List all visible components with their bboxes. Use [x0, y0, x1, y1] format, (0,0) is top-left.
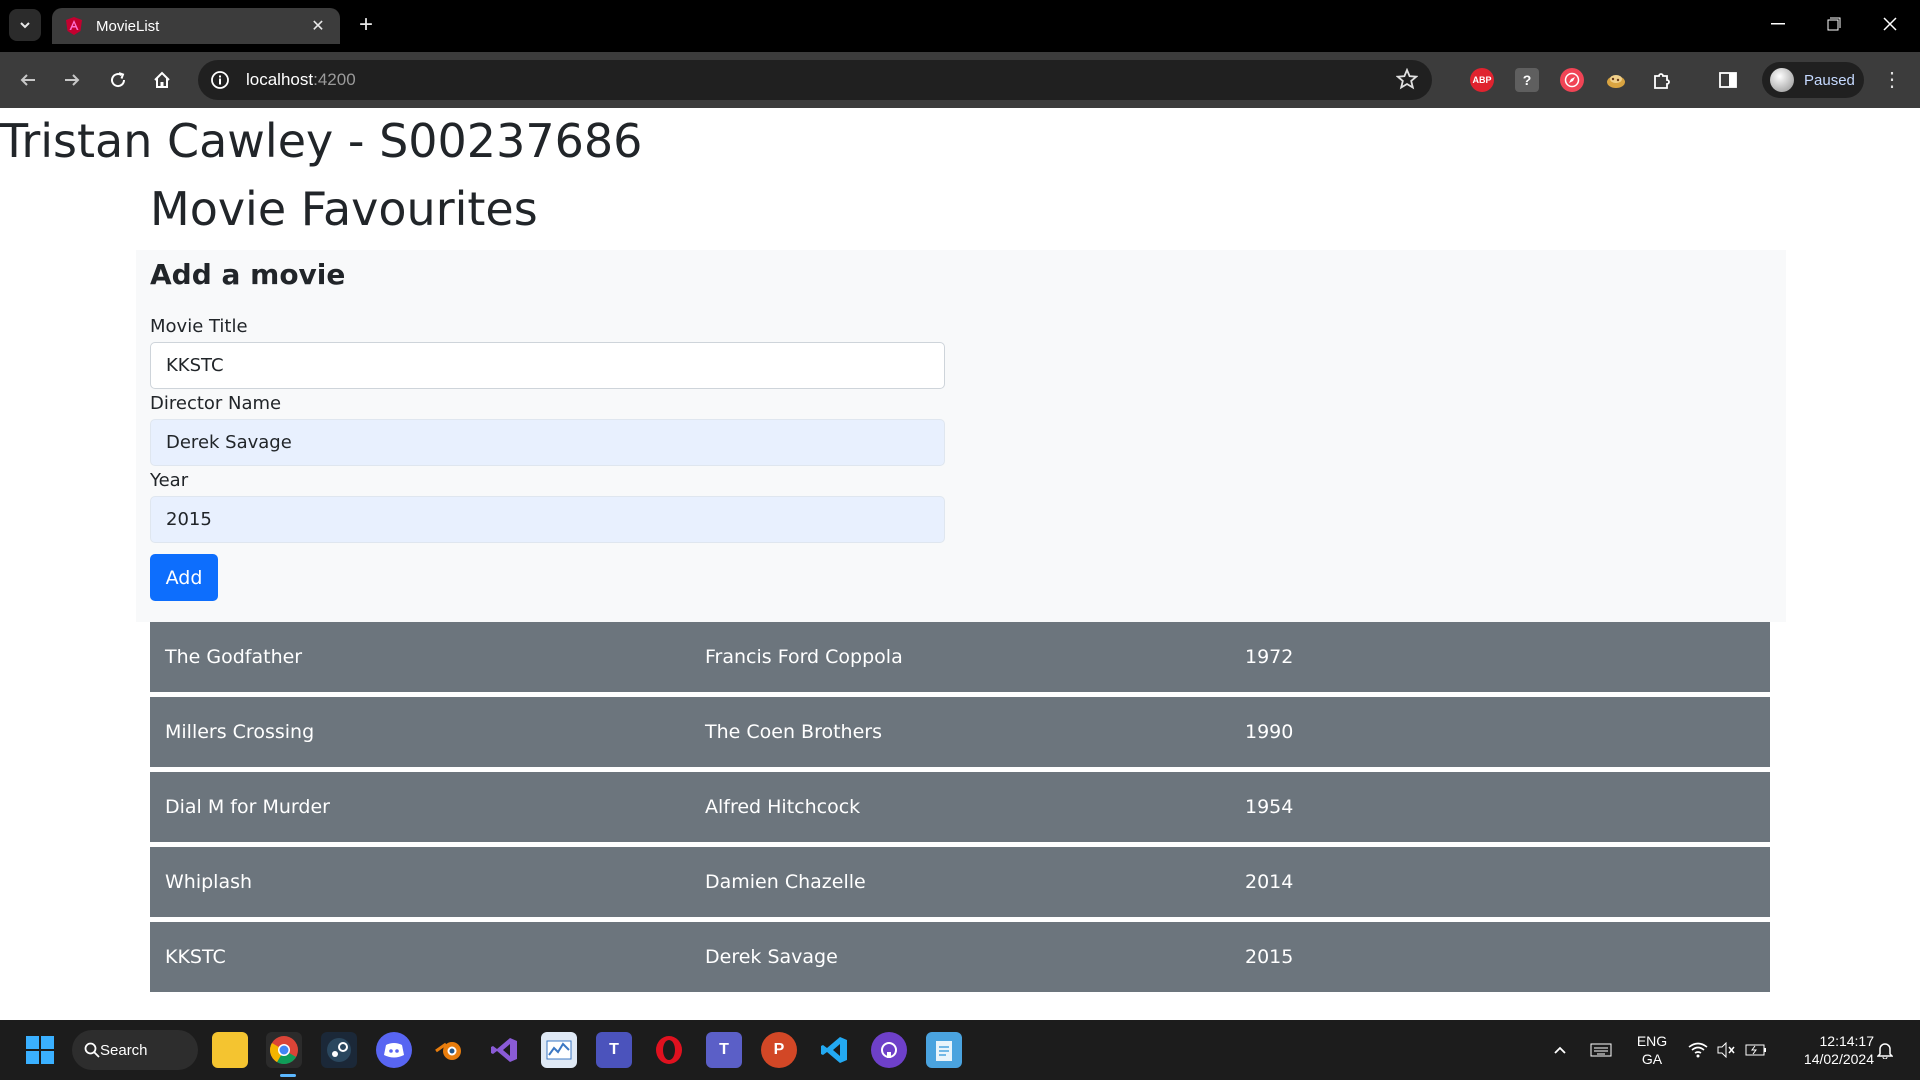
- keyboard-icon[interactable]: [1586, 1032, 1616, 1068]
- resource-monitor-icon[interactable]: [541, 1032, 577, 1068]
- add-movie-button[interactable]: Add: [150, 554, 218, 601]
- compass-extension-icon[interactable]: [1560, 68, 1584, 92]
- movie-year: 2014: [1245, 871, 1294, 893]
- search-icon: [84, 1042, 100, 1058]
- movie-row: KKSTC Derek Savage 2015: [150, 922, 1770, 992]
- add-movie-form: Add a movie Movie Title Director Name Ye…: [136, 250, 1786, 622]
- movie-title-label: Movie Title: [150, 316, 248, 337]
- chrome-icon[interactable]: [266, 1032, 302, 1068]
- address-bar[interactable]: localhost :4200: [198, 60, 1432, 100]
- taskbar-search-label: Search: [100, 1041, 148, 1059]
- restore-icon[interactable]: [1806, 0, 1862, 48]
- movie-director: Francis Ford Coppola: [705, 646, 903, 668]
- page-content: Tristan Cawley - S00237686 Movie Favouri…: [0, 108, 1920, 1020]
- back-icon[interactable]: [10, 62, 46, 98]
- cookie-extension-icon[interactable]: [1604, 68, 1628, 92]
- movie-year: 2015: [1245, 946, 1294, 968]
- movie-director: Damien Chazelle: [705, 871, 866, 893]
- language-indicator[interactable]: ENG GA: [1630, 1032, 1674, 1068]
- reload-icon[interactable]: [100, 62, 136, 98]
- movie-year: 1954: [1245, 796, 1294, 818]
- language-line2: GA: [1641, 1051, 1663, 1067]
- movie-title: Millers Crossing: [165, 721, 315, 743]
- movie-row: Millers Crossing The Coen Brothers 1990: [150, 697, 1770, 767]
- new-tab-icon[interactable]: +: [352, 11, 380, 39]
- volume-muted-icon[interactable]: [1712, 1032, 1740, 1068]
- start-icon[interactable]: [22, 1032, 58, 1068]
- clock[interactable]: 12:14:17 14/02/2024: [1780, 1032, 1874, 1068]
- battery-charging-icon[interactable]: [1742, 1032, 1770, 1068]
- clock-date: 14/02/2024: [1803, 1051, 1874, 1067]
- tab-search-icon[interactable]: [9, 9, 41, 41]
- clock-time: 12:14:17: [1819, 1033, 1875, 1049]
- opera-icon[interactable]: [651, 1032, 687, 1068]
- minimize-icon[interactable]: [1750, 0, 1806, 48]
- blender-icon[interactable]: [431, 1032, 467, 1068]
- movie-year: 1990: [1245, 721, 1294, 743]
- adblock-plus-icon[interactable]: ABP: [1470, 68, 1494, 92]
- browser-tab-strip: MovieList ✕ +: [0, 0, 1920, 52]
- movie-row: Dial M for Murder Alfred Hitchcock 1954: [150, 772, 1770, 842]
- visual-studio-icon[interactable]: [486, 1032, 522, 1068]
- page-title: Movie Favourites: [150, 182, 538, 236]
- movie-title: KKSTC: [165, 946, 226, 968]
- powerpoint-icon[interactable]: P: [761, 1032, 797, 1068]
- director-name-label: Director Name: [150, 393, 282, 414]
- forward-icon[interactable]: [54, 62, 90, 98]
- language-line1: ENG: [1636, 1033, 1668, 1049]
- profile-button[interactable]: Paused: [1762, 62, 1864, 98]
- notepad-icon[interactable]: [926, 1032, 962, 1068]
- movie-list: The Godfather Francis Ford Coppola 1972 …: [150, 622, 1770, 997]
- taskbar-search[interactable]: Search: [72, 1030, 198, 1070]
- windows-taskbar: Search T T P ENG GA 12:14:17 14/02/2024: [0, 1020, 1920, 1080]
- discord-icon[interactable]: [376, 1032, 412, 1068]
- browser-toolbar: localhost :4200 ABP ? Paused ⋮: [0, 52, 1920, 108]
- browser-tab[interactable]: MovieList ✕: [52, 8, 340, 44]
- movie-row: Whiplash Damien Chazelle 2014: [150, 847, 1770, 917]
- movie-title: Whiplash: [165, 871, 253, 893]
- form-heading: Add a movie: [150, 258, 346, 291]
- url-port: :4200: [313, 70, 356, 89]
- file-explorer-icon[interactable]: [212, 1032, 248, 1068]
- wifi-icon[interactable]: [1684, 1032, 1712, 1068]
- notification-bell-icon[interactable]: [1870, 1032, 1900, 1068]
- tab-title: MovieList: [96, 17, 160, 35]
- movie-title: Dial M for Murder: [165, 796, 330, 818]
- extensions-puzzle-icon[interactable]: [1650, 68, 1674, 92]
- help-extension-icon[interactable]: ?: [1515, 68, 1539, 92]
- side-panel-icon[interactable]: [1716, 68, 1740, 92]
- angular-icon: [66, 17, 82, 35]
- tab-close-icon[interactable]: ✕: [308, 16, 328, 36]
- avatar: [1770, 68, 1794, 92]
- movie-director: The Coen Brothers: [705, 721, 882, 743]
- teams-icon[interactable]: T: [596, 1032, 632, 1068]
- year-label: Year: [150, 470, 189, 491]
- tray-overflow-icon[interactable]: [1546, 1032, 1574, 1068]
- movie-title-input[interactable]: [150, 342, 945, 389]
- director-name-input[interactable]: [150, 419, 945, 466]
- year-input[interactable]: [150, 496, 945, 543]
- bookmark-star-icon[interactable]: [1395, 67, 1420, 92]
- profile-status: Paused: [1804, 71, 1855, 89]
- close-window-icon[interactable]: [1862, 0, 1918, 48]
- movie-director: Derek Savage: [705, 946, 838, 968]
- steam-icon[interactable]: [321, 1032, 357, 1068]
- github-desktop-icon[interactable]: [871, 1032, 907, 1068]
- movie-title: The Godfather: [165, 646, 303, 668]
- browser-menu-icon[interactable]: ⋮: [1880, 68, 1904, 92]
- vscode-icon[interactable]: [816, 1032, 852, 1068]
- movie-year: 1972: [1245, 646, 1294, 668]
- home-icon[interactable]: [144, 62, 180, 98]
- site-info-icon[interactable]: [208, 68, 232, 92]
- url-host: localhost: [246, 70, 314, 89]
- teams-work-icon[interactable]: T: [706, 1032, 742, 1068]
- movie-director: Alfred Hitchcock: [705, 796, 861, 818]
- movie-row: The Godfather Francis Ford Coppola 1972: [150, 622, 1770, 692]
- student-heading: Tristan Cawley - S00237686: [0, 114, 643, 168]
